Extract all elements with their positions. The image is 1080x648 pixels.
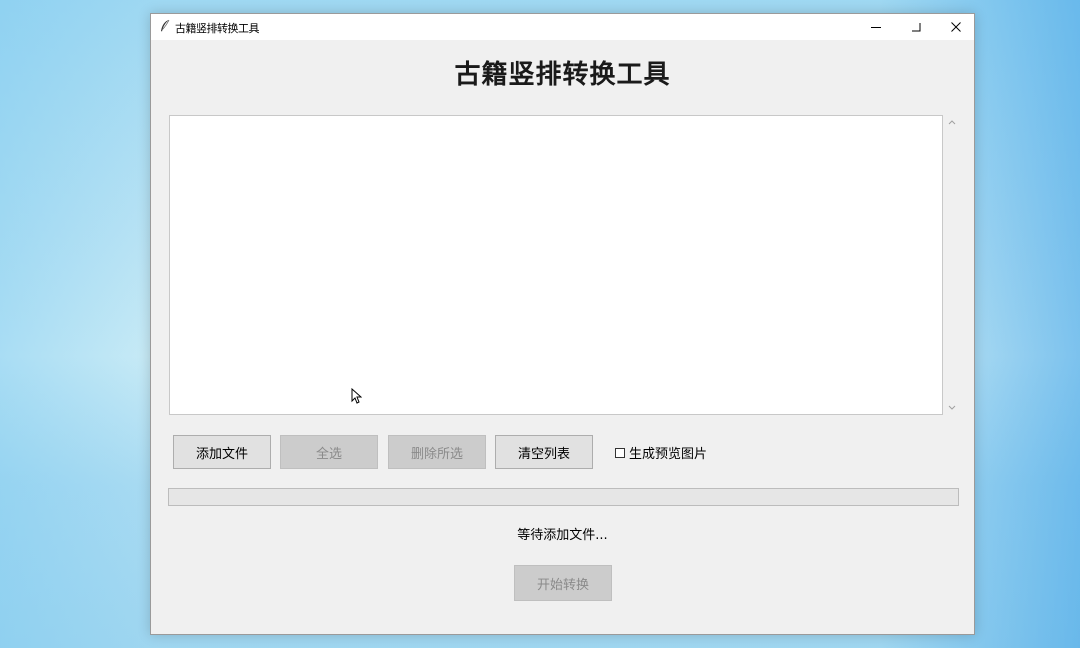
scroll-up-button[interactable] — [943, 115, 960, 129]
app-window: 古籍竖排转换工具 古籍竖排转换工具 添加文件 全选 删除所选 清空列表 生成预览… — [150, 13, 975, 635]
status-text: 等待添加文件... — [517, 528, 608, 543]
page-title: 古籍竖排转换工具 — [454, 60, 671, 90]
clear-list-button[interactable]: 清空列表 — [495, 435, 593, 469]
minimize-icon — [871, 27, 881, 28]
scroll-down-button[interactable] — [943, 401, 960, 415]
maximize-icon — [912, 23, 921, 32]
file-listbox[interactable] — [169, 115, 943, 415]
add-file-button[interactable]: 添加文件 — [173, 435, 271, 469]
delete-selected-button[interactable]: 删除所选 — [388, 435, 486, 469]
chevron-up-icon — [948, 120, 955, 125]
minimize-button[interactable] — [856, 14, 896, 40]
feather-icon — [161, 19, 170, 32]
close-icon — [951, 22, 961, 32]
progress-bar — [168, 488, 959, 506]
mouse-cursor-icon — [351, 388, 362, 404]
maximize-button[interactable] — [896, 14, 936, 40]
preview-checkbox[interactable] — [615, 447, 625, 458]
chevron-down-icon — [948, 405, 955, 410]
listbox-scrollbar[interactable] — [943, 115, 960, 415]
window-title: 古籍竖排转换工具 — [175, 22, 260, 35]
close-button[interactable] — [936, 14, 976, 40]
select-all-button[interactable]: 全选 — [280, 435, 378, 469]
preview-checkbox-label: 生成预览图片 — [629, 447, 708, 462]
desktop-glow-left — [0, 0, 160, 648]
title-bar[interactable]: 古籍竖排转换工具 — [151, 14, 974, 40]
start-convert-button[interactable]: 开始转换 — [514, 565, 612, 601]
preview-checkbox-group[interactable]: 生成预览图片 — [615, 443, 707, 462]
